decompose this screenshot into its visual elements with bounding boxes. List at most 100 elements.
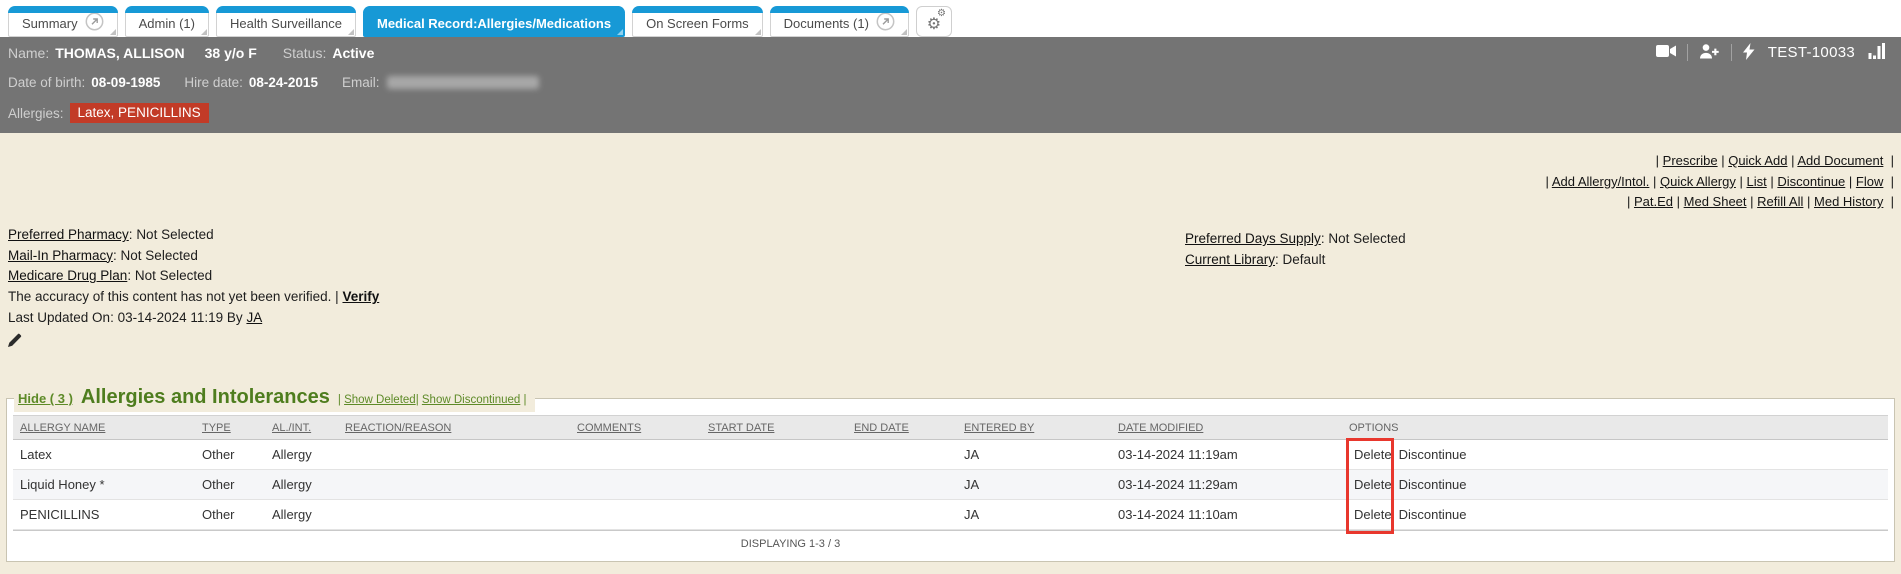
- preferred-days-supply-value: Not Selected: [1328, 231, 1405, 246]
- table-header: ALLERGY NAME TYPE AL./INT. REACTION/REAS…: [13, 415, 1888, 440]
- current-library-value: Default: [1283, 252, 1326, 267]
- hire-date-value: 08-24-2015: [249, 75, 318, 90]
- cell-date-modified: 03-14-2024 11:29am: [1111, 477, 1342, 492]
- hide-link[interactable]: Hide ( 3 ): [18, 391, 73, 406]
- discontinue-link[interactable]: Discontinue: [1399, 477, 1467, 492]
- cell-date-modified: 03-14-2024 11:10am: [1111, 507, 1342, 522]
- delete-link[interactable]: Delete: [1354, 507, 1392, 522]
- table-row-liquid-honey: Liquid Honey * Other Allergy JA 03-14-20…: [13, 470, 1888, 500]
- action-links-row1: Prescribe Quick Add Add Document: [1546, 151, 1894, 172]
- email-label: Email:: [342, 75, 380, 90]
- colon: [1275, 252, 1283, 267]
- lightning-icon[interactable]: [1743, 43, 1755, 63]
- action-links-row3: Pat.Ed Med Sheet Refill All Med History: [1546, 192, 1894, 213]
- hire-date-label: Hire date:: [184, 75, 243, 90]
- tab-on-screen-forms[interactable]: On Screen Forms: [632, 6, 763, 37]
- col-header-end-date[interactable]: END DATE: [847, 422, 957, 434]
- action-link-list[interactable]: List: [1747, 174, 1767, 189]
- discontinue-link[interactable]: Discontinue: [1399, 447, 1467, 462]
- action-link-flow[interactable]: Flow: [1856, 174, 1883, 189]
- last-updated-by-link[interactable]: JA: [246, 310, 262, 325]
- show-discontinued-link[interactable]: Show Discontinued: [422, 394, 520, 406]
- col-header-reaction-reason[interactable]: REACTION/REASON: [338, 422, 570, 434]
- patient-age-sex: 38 y/o F: [205, 45, 257, 61]
- name-label: Name:: [8, 45, 49, 61]
- col-header-allergy-name[interactable]: ALLERGY NAME: [13, 422, 195, 434]
- action-link-med-sheet[interactable]: Med Sheet: [1684, 194, 1747, 209]
- patient-name: THOMAS, ALLISON: [55, 45, 184, 61]
- cell-al-int: Allergy: [265, 507, 338, 522]
- tab-label: Medical Record:Allergies/Medications: [377, 16, 611, 31]
- preferred-pharmacy-link[interactable]: Preferred Pharmacy: [8, 227, 129, 242]
- action-link-add-allergy-intol[interactable]: Add Allergy/Intol.: [1552, 174, 1650, 189]
- current-library-link[interactable]: Current Library: [1185, 252, 1275, 267]
- medicare-drug-plan-link[interactable]: Medicare Drug Plan: [8, 268, 127, 283]
- verify-link[interactable]: Verify: [342, 289, 379, 304]
- col-header-start-date[interactable]: START DATE: [701, 422, 847, 434]
- preferred-days-supply-link[interactable]: Preferred Days Supply: [1185, 231, 1321, 246]
- action-link-refill-all[interactable]: Refill All: [1757, 194, 1803, 209]
- patient-id: TEST-10033: [1768, 44, 1855, 61]
- email-value-redacted: [387, 76, 539, 89]
- edit-pencil-icon[interactable]: [8, 333, 22, 354]
- popout-icon[interactable]: [876, 12, 895, 34]
- info-line: Medicare Drug Plan Not Selected: [8, 266, 379, 287]
- tab-label: On Screen Forms: [646, 16, 749, 31]
- action-link-quick-add[interactable]: Quick Add: [1728, 153, 1787, 168]
- allergies-table: ALLERGY NAME TYPE AL./INT. REACTION/REAS…: [13, 415, 1888, 557]
- info-line: Mail-In Pharmacy Not Selected: [8, 246, 379, 267]
- col-header-entered-by[interactable]: ENTERED BY: [957, 422, 1111, 434]
- tab-label: Health Surveillance: [230, 16, 342, 31]
- tab-health-surveillance[interactable]: Health Surveillance: [216, 6, 356, 37]
- delete-link[interactable]: Delete: [1354, 477, 1392, 492]
- action-link-prescribe[interactable]: Prescribe: [1663, 153, 1718, 168]
- table-row-penicillins: PENICILLINS Other Allergy JA 03-14-2024 …: [13, 500, 1888, 530]
- video-camera-icon[interactable]: [1656, 44, 1676, 61]
- action-link-pat-ed[interactable]: Pat.Ed: [1634, 194, 1673, 209]
- action-link-discontinue[interactable]: Discontinue: [1777, 174, 1845, 189]
- add-person-icon[interactable]: [1699, 44, 1720, 62]
- dob-label: Date of birth:: [8, 75, 85, 90]
- tab-medical-record-allergies-medications[interactable]: Medical Record:Allergies/Medications: [363, 6, 625, 37]
- supply-info: Preferred Days Supply Not Selected Curren…: [1185, 228, 1406, 270]
- tab-admin[interactable]: Admin (1): [125, 6, 209, 37]
- col-header-al-int[interactable]: AL./INT.: [265, 422, 338, 434]
- colon: [127, 268, 135, 283]
- verify-text: The accuracy of this content has not yet…: [8, 289, 339, 304]
- mail-in-pharmacy-value: Not Selected: [121, 248, 198, 263]
- tab-documents[interactable]: Documents (1): [770, 6, 909, 37]
- allergies-badge[interactable]: Latex, PENICILLINS: [70, 103, 209, 123]
- cell-entered-by: JA: [957, 477, 1111, 492]
- settings-button[interactable]: ⚙ ⚙: [916, 6, 952, 37]
- action-links-row2: Add Allergy/Intol. Quick Allergy List Di…: [1546, 172, 1894, 193]
- cell-allergy-name: Liquid Honey *: [13, 477, 195, 492]
- patient-status: Active: [332, 45, 374, 61]
- discontinue-link[interactable]: Discontinue: [1399, 507, 1467, 522]
- col-header-date-modified[interactable]: DATE MODIFIED: [1111, 422, 1342, 434]
- delete-link[interactable]: Delete: [1354, 447, 1392, 462]
- action-link-quick-allergy[interactable]: Quick Allergy: [1660, 174, 1736, 189]
- tab-label: Admin (1): [139, 16, 195, 31]
- cell-type: Other: [195, 507, 265, 522]
- cell-options: Delete Discontinue: [1342, 477, 1888, 492]
- section-title: Allergies and Intolerances: [81, 386, 330, 409]
- col-header-comments[interactable]: COMMENTS: [570, 422, 701, 434]
- info-line: Preferred PharmacyNot Selected: [8, 225, 379, 246]
- tab-summary[interactable]: Summary: [8, 6, 118, 37]
- show-deleted-link[interactable]: Show Deleted: [344, 394, 416, 406]
- col-header-type[interactable]: TYPE: [195, 422, 265, 434]
- action-link-med-history[interactable]: Med History: [1814, 194, 1883, 209]
- cell-entered-by: JA: [957, 447, 1111, 462]
- medicare-drug-plan-value: Not Selected: [135, 268, 212, 283]
- cell-al-int: Allergy: [265, 447, 338, 462]
- action-links: Prescribe Quick Add Add Document Add All…: [1546, 151, 1894, 213]
- action-link-add-document[interactable]: Add Document: [1797, 153, 1883, 168]
- tab-bar: Summary Admin (1) Health Surveillance Me…: [0, 0, 1901, 37]
- mail-in-pharmacy-link[interactable]: Mail-In Pharmacy: [8, 248, 113, 263]
- cell-al-int: Allergy: [265, 477, 338, 492]
- chart-icon[interactable]: [1868, 43, 1887, 62]
- divider: [1687, 44, 1688, 61]
- cell-type: Other: [195, 477, 265, 492]
- main-content: Prescribe Quick Add Add Document Add All…: [0, 133, 1901, 574]
- popout-icon[interactable]: [85, 12, 104, 34]
